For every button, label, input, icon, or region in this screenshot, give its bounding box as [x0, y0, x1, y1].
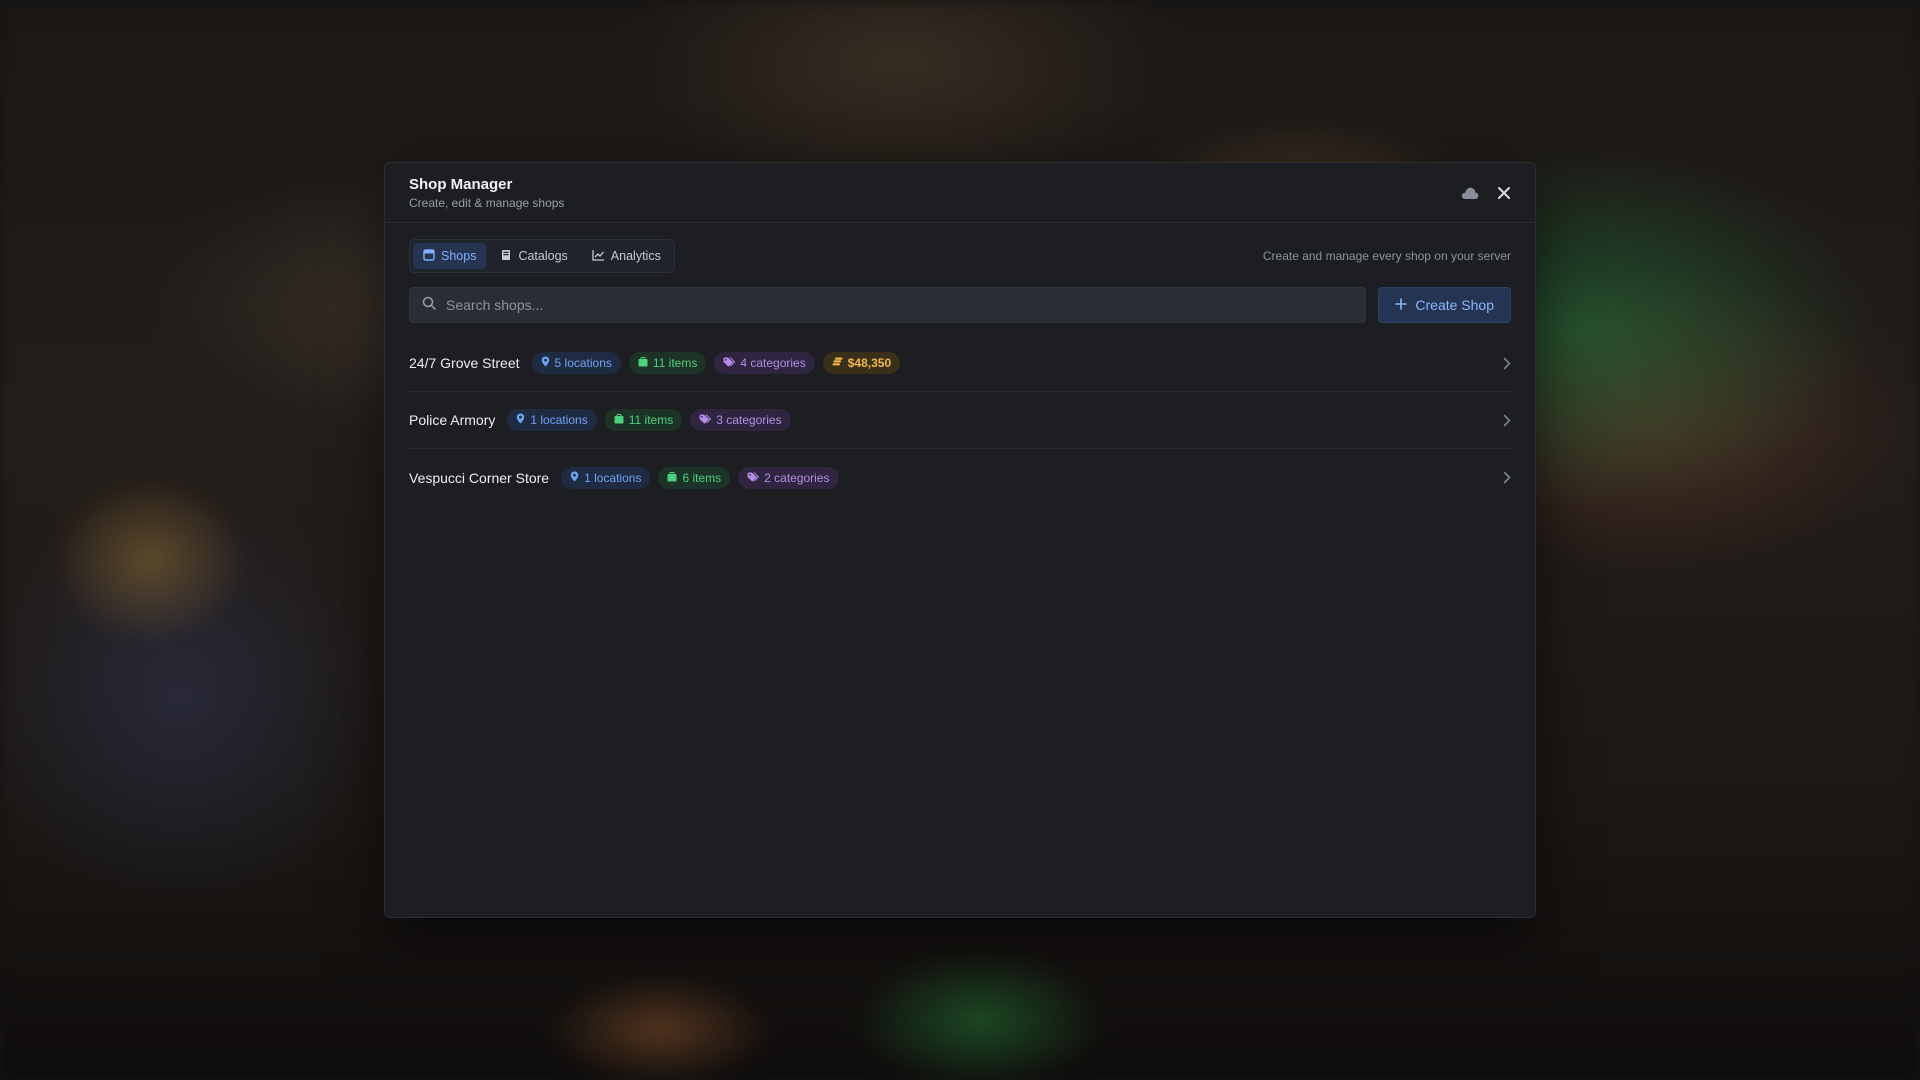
shop-manager-modal: Shop Manager Create, edit & manage shops… [384, 162, 1536, 918]
map-pin-icon [570, 471, 579, 485]
map-pin-icon [541, 356, 550, 370]
box-icon [614, 413, 624, 427]
search-icon [422, 296, 436, 315]
shop-name: 24/7 Grove Street [409, 355, 520, 371]
tag-icon [699, 413, 712, 427]
categories-badge: 4 categories [714, 352, 815, 374]
chevron-right-icon[interactable] [1503, 357, 1511, 370]
coins-icon [832, 356, 843, 370]
items-badge: 6 items [658, 466, 731, 489]
locations-count: 1 locations [584, 470, 642, 485]
items-badge: 11 items [604, 409, 683, 431]
revenue-badge: $48,350 [822, 352, 901, 374]
tab-catalogs[interactable]: Catalogs [490, 243, 577, 269]
shop-row[interactable]: 24/7 Grove Street 5 locations 11 items 4… [409, 335, 1511, 392]
toolbar-hint: Create and manage every shop on your ser… [1262, 249, 1511, 263]
locations-badge: 1 locations [561, 466, 651, 489]
locations-count: 1 locations [530, 413, 588, 427]
items-count: 11 items [628, 413, 674, 427]
chart-icon [592, 249, 605, 264]
search-box[interactable] [409, 287, 1367, 323]
tag-icon [747, 471, 760, 485]
toolbar: Shops Catalogs Analytics Create and mana… [385, 239, 1535, 273]
shop-row[interactable]: Police Armory 1 locations 11 items 3 cat… [409, 392, 1511, 449]
create-shop-label: Create Shop [1415, 297, 1494, 313]
box-icon [638, 356, 648, 370]
plus-icon [1395, 297, 1408, 313]
cloud-icon[interactable] [1461, 186, 1479, 200]
modal-header: Shop Manager Create, edit & manage shops [385, 163, 1535, 223]
tab-label: Analytics [610, 249, 661, 263]
page-title: Shop Manager [409, 175, 513, 193]
categories-count: 3 categories [716, 413, 782, 427]
locations-badge: 5 locations [531, 352, 621, 374]
store-icon [423, 248, 435, 264]
tab-label: Shops [441, 249, 477, 263]
items-count: 6 items [682, 470, 722, 485]
locations-badge: 1 locations [507, 409, 597, 431]
tab-bar: Shops Catalogs Analytics [409, 239, 675, 273]
shop-list: 24/7 Grove Street 5 locations 11 items 4… [385, 335, 1535, 506]
page-subtitle: Create, edit & manage shops [409, 195, 565, 210]
search-row: Create Shop [385, 287, 1535, 323]
shop-row[interactable]: Vespucci Corner Store 1 locations 6 item… [409, 449, 1511, 506]
revenue-value: $48,350 [847, 356, 892, 370]
header-actions [1461, 186, 1511, 200]
items-count: 11 items [652, 356, 698, 370]
map-pin-icon [516, 413, 525, 427]
tab-shops[interactable]: Shops [413, 243, 487, 269]
locations-count: 5 locations [554, 356, 612, 370]
create-shop-button[interactable]: Create Shop [1378, 287, 1511, 323]
tab-label: Catalogs [518, 249, 568, 263]
categories-badge: 2 categories [738, 466, 839, 489]
categories-badge: 3 categories [690, 409, 791, 431]
search-input[interactable] [446, 297, 1354, 313]
categories-count: 2 categories [764, 470, 830, 485]
book-icon [500, 249, 512, 264]
shop-name: Vespucci Corner Store [409, 469, 550, 486]
categories-count: 4 categories [740, 356, 806, 370]
chevron-right-icon[interactable] [1503, 414, 1511, 427]
close-icon[interactable] [1497, 186, 1511, 200]
tag-icon [723, 356, 736, 370]
tab-analytics[interactable]: Analytics [582, 243, 671, 269]
items-badge: 11 items [628, 352, 707, 374]
header-text: Shop Manager Create, edit & manage shops [409, 176, 564, 210]
box-icon [667, 471, 677, 485]
chevron-right-icon[interactable] [1503, 471, 1511, 484]
shop-name: Police Armory [409, 412, 496, 428]
